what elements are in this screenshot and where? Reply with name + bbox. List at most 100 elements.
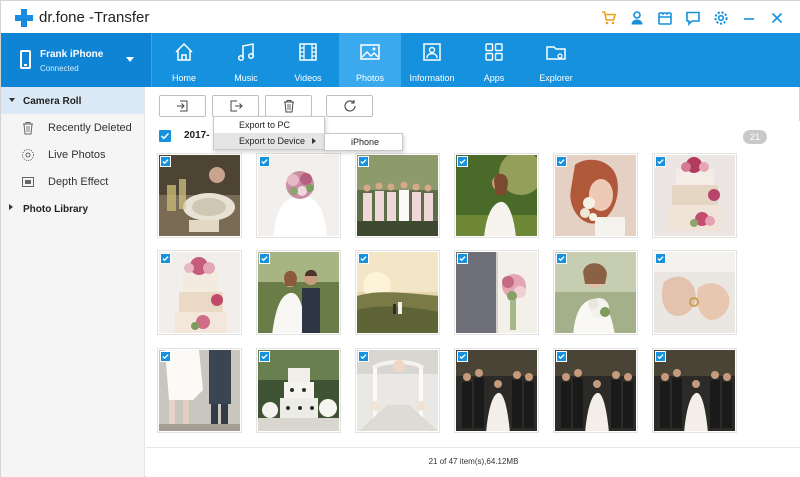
chevron-right-icon <box>312 138 316 144</box>
photo-checkbox[interactable] <box>655 253 666 264</box>
photo-checkbox[interactable] <box>556 351 567 362</box>
export-icon <box>230 100 243 112</box>
photo-thumbnail[interactable] <box>454 250 539 335</box>
photo-checkbox[interactable] <box>457 156 468 167</box>
device-selector[interactable]: Frank iPhone Connected <box>1 33 152 87</box>
tab-explorer[interactable]: Explorer <box>525 33 587 87</box>
music-icon <box>237 43 255 62</box>
photo-checkbox[interactable] <box>358 156 369 167</box>
photo-checkbox[interactable] <box>160 253 171 264</box>
photo-image <box>159 252 240 333</box>
photo-checkbox[interactable] <box>160 351 171 362</box>
photo-checkbox[interactable] <box>655 156 666 167</box>
photo-thumbnail[interactable] <box>553 153 638 238</box>
photo-image <box>258 252 339 333</box>
tab-videos[interactable]: Videos <box>277 33 339 87</box>
refresh-icon <box>344 100 356 112</box>
photo-thumbnail[interactable] <box>652 348 737 433</box>
photo-checkbox[interactable] <box>556 156 567 167</box>
export-menu: Export to PC Export to Device <box>213 116 325 150</box>
sidebar-item-live-photos[interactable]: Live Photos <box>1 141 144 168</box>
cart-icon[interactable] <box>595 7 623 29</box>
tab-information[interactable]: Information <box>401 33 463 87</box>
depth-icon <box>22 177 34 187</box>
tab-apps[interactable]: Apps <box>463 33 525 87</box>
photo-checkbox[interactable] <box>655 351 666 362</box>
sidebar-item-label: Live Photos <box>48 149 106 161</box>
video-icon <box>299 43 317 61</box>
photo-thumbnail[interactable] <box>355 250 440 335</box>
apps-icon <box>485 43 503 61</box>
refresh-button[interactable] <box>326 95 373 117</box>
tab-home[interactable]: Home <box>153 33 215 87</box>
photo-thumbnail[interactable] <box>553 250 638 335</box>
settings-icon[interactable] <box>707 7 735 29</box>
sidebar-item-photo-library[interactable]: Photo Library <box>1 195 144 222</box>
menu-item-iphone[interactable]: iPhone <box>324 133 403 151</box>
trash-icon <box>23 122 33 135</box>
photo-image <box>357 155 438 236</box>
photo-checkbox[interactable] <box>358 253 369 264</box>
photo-thumbnail[interactable] <box>256 348 341 433</box>
tab-label: Explorer <box>539 73 573 83</box>
import-button[interactable] <box>159 95 206 117</box>
tab-label: Information <box>409 73 455 83</box>
sidebar-item-label: Recently Deleted <box>48 122 132 134</box>
photo-thumbnail[interactable] <box>355 348 440 433</box>
photo-thumbnail[interactable] <box>355 153 440 238</box>
live-photo-icon <box>22 149 34 161</box>
photo-checkbox[interactable] <box>556 253 567 264</box>
device-name: Frank iPhone <box>40 49 104 60</box>
sidebar-item-label: Photo Library <box>23 204 89 215</box>
photo-thumbnail[interactable] <box>652 250 737 335</box>
photo-thumbnail[interactable] <box>256 153 341 238</box>
sidebar-item-recently-deleted[interactable]: Recently Deleted <box>1 114 144 141</box>
photo-grid: 2017- 21 <box>146 121 800 447</box>
photo-thumbnail[interactable] <box>652 153 737 238</box>
photo-thumbnail[interactable] <box>157 250 242 335</box>
sidebar-item-camera-roll[interactable]: Camera Roll <box>1 87 144 114</box>
photo-thumbnail[interactable] <box>553 348 638 433</box>
import-icon <box>176 100 187 112</box>
photo-image <box>654 252 735 333</box>
sidebar-item-label: Depth Effect <box>48 176 109 188</box>
photo-checkbox[interactable] <box>160 156 171 167</box>
chevron-right-icon <box>9 204 13 210</box>
user-icon[interactable] <box>623 7 651 29</box>
photo-checkbox[interactable] <box>259 156 270 167</box>
photo-thumbnail[interactable] <box>454 153 539 238</box>
menu-item-export-to-pc[interactable]: Export to PC <box>214 117 324 133</box>
photo-image <box>555 350 636 431</box>
chevron-down-icon <box>9 98 15 102</box>
sidebar-item-depth-effect[interactable]: Depth Effect <box>1 168 144 195</box>
photo-image <box>456 252 537 333</box>
photo-thumbnail[interactable] <box>157 348 242 433</box>
tab-photos[interactable]: Photos <box>339 33 401 87</box>
photo-checkbox[interactable] <box>259 351 270 362</box>
photo-thumbnail[interactable] <box>157 153 242 238</box>
photo-checkbox[interactable] <box>457 253 468 264</box>
status-text: 21 of 47 item(s),64.12MB <box>428 457 519 466</box>
group-date: 2017- <box>184 130 210 141</box>
photo-image <box>159 155 240 236</box>
title-actions <box>595 7 791 29</box>
delete-icon <box>283 100 294 113</box>
home-icon <box>175 42 193 61</box>
delete-button[interactable] <box>265 95 312 117</box>
photo-checkbox[interactable] <box>457 351 468 362</box>
group-select-checkbox[interactable] <box>159 130 171 142</box>
tab-music[interactable]: Music <box>215 33 277 87</box>
feedback-icon[interactable] <box>651 7 679 29</box>
menu-item-export-to-device[interactable]: Export to Device <box>214 133 324 149</box>
export-button[interactable] <box>212 95 259 117</box>
photo-image <box>159 350 240 431</box>
close-icon[interactable] <box>763 7 791 29</box>
main-navigation: Frank iPhone Connected Home Music Videos… <box>1 33 800 87</box>
photo-checkbox[interactable] <box>358 351 369 362</box>
photo-checkbox[interactable] <box>259 253 270 264</box>
photo-thumbnail[interactable] <box>256 250 341 335</box>
sidebar-item-label: Camera Roll <box>23 96 82 107</box>
photo-thumbnail[interactable] <box>454 348 539 433</box>
message-icon[interactable] <box>679 7 707 29</box>
minimize-icon[interactable] <box>735 7 763 29</box>
